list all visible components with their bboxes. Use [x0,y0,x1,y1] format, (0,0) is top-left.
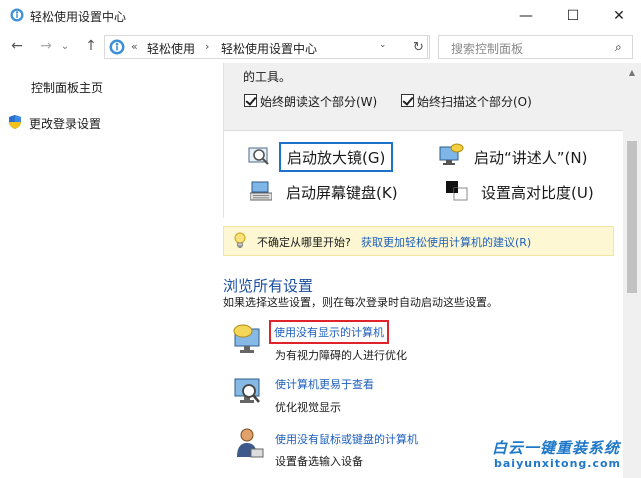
start-narrator-button[interactable]: 启动“讲述人”(N) [474,142,587,172]
back-button[interactable]: ← [6,35,28,57]
window-title: 轻松使用设置中心 [30,10,127,24]
quick-tools-panel: 的工具。 始终朗读这个部分(W) 始终扫描这个部分(O) 启动放大镜(G) 启动… [223,63,623,218]
use-without-display-link[interactable]: 使用没有显示的计算机 [269,320,389,344]
monitor-speech-icon [233,324,260,353]
magnifier-icon [248,147,269,165]
breadcrumb-ease-of-access[interactable]: 轻松使用 [147,40,195,57]
search-icon[interactable]: ⌕ [615,40,622,55]
minimize-button[interactable]: — [503,0,549,31]
ease-of-access-icon [10,8,24,22]
high-contrast-icon [446,181,468,201]
scrollbar-thumb[interactable] [627,141,637,293]
narrator-icon [439,143,464,165]
watermark-chinese: 白云一键重装系统 [492,439,621,457]
main-content: 的工具。 始终朗读这个部分(W) 始终扫描这个部分(O) 启动放大镜(G) 启动… [223,63,623,478]
use-without-mouse-keyboard-description: 设置备选输入设备 [275,455,363,468]
always-read-checkbox[interactable] [244,94,257,107]
make-easier-to-see-description: 优化视觉显示 [275,401,341,414]
vertical-scrollbar[interactable]: ▲ [623,63,641,478]
use-without-display-description: 为有视力障碍的人进行优化 [275,349,407,362]
use-without-mouse-keyboard-link[interactable]: 使用没有鼠标或键盘的计算机 [275,431,418,447]
browse-description: 如果选择这些设置，则在每次登录时自动启动这些设置。 [223,296,498,309]
address-chevron[interactable]: « [131,40,138,53]
search-input[interactable]: 搜索控制面板 [451,40,523,57]
change-login-settings-link[interactable]: 更改登录设置 [29,115,101,132]
ease-of-access-icon [109,39,125,55]
close-button[interactable]: ✕ [596,0,641,31]
tools-intro-text: 的工具。 [243,70,292,84]
person-input-icon [237,428,264,458]
start-on-screen-keyboard-button[interactable]: 启动屏幕键盘(K) [286,177,398,207]
recent-locations-button[interactable]: ⌄ [58,35,72,57]
watermark: 白云一键重装系统 baiyunxitong.com [482,437,632,475]
tip-text: 不确定从哪里开始? [257,236,351,249]
lightbulb-icon [234,232,246,248]
address-bar[interactable]: « 轻松使用 › 轻松使用设置中心 ⌄ [104,35,428,59]
up-button[interactable]: ↑ [80,35,102,57]
scroll-up-arrow-icon[interactable]: ▲ [623,65,641,79]
get-recommendations-link[interactable]: 获取更加轻松使用计算机的建议(R) [361,234,531,250]
shield-icon [9,115,21,129]
breadcrumb-ease-of-access-center[interactable]: 轻松使用设置中心 [221,40,317,57]
left-navigation: 控制面板主页 更改登录设置 [0,63,223,478]
always-scan-checkbox[interactable] [401,94,414,107]
set-high-contrast-button[interactable]: 设置高对比度(U) [481,177,594,207]
control-panel-home-link[interactable]: 控制面板主页 [31,79,103,96]
maximize-button[interactable]: ☐ [550,0,596,31]
tip-bar: 不确定从哪里开始? 获取更加轻松使用计算机的建议(R) [223,226,614,256]
on-screen-keyboard-icon [250,181,272,201]
always-read-label[interactable]: 始终朗读这个部分(W) [260,93,377,110]
title-bar: 轻松使用设置中心 — ☐ ✕ [0,0,641,31]
forward-button[interactable]: → [35,35,57,57]
search-box[interactable]: 搜索控制面板 ⌕ [438,35,633,59]
breadcrumb-separator[interactable]: › [205,40,209,53]
start-magnifier-button[interactable]: 启动放大镜(G) [279,142,394,172]
refresh-button[interactable]: ↻ [408,35,430,59]
make-easier-to-see-link[interactable]: 使计算机更易于查看 [275,376,374,392]
browse-all-settings-heading: 浏览所有设置 [223,277,314,295]
always-scan-label[interactable]: 始终扫描这个部分(O) [417,93,532,110]
navigation-bar: ← → ⌄ ↑ « 轻松使用 › 轻松使用设置中心 ⌄ ↻ 搜索控制面板 ⌕ [0,31,641,63]
address-dropdown[interactable]: ⌄ [379,40,387,50]
watermark-url: baiyunxitong.com [494,457,622,470]
monitor-magnifier-icon [234,378,260,403]
tools-options: 的工具。 始终朗读这个部分(W) 始终扫描这个部分(O) [224,63,623,131]
